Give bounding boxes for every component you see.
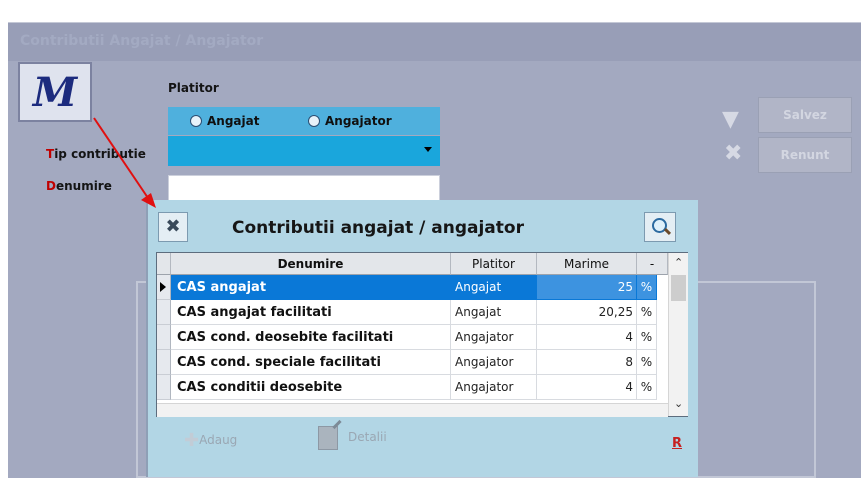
add-label: Adaug [199,433,238,447]
cell-marime: 4 [537,325,637,350]
radio-angajat[interactable]: Angajat [190,114,259,128]
row-indicator [157,300,171,325]
scroll-down-icon[interactable]: ⌄ [674,397,683,410]
cell-unit: % [637,350,657,375]
radio-angajat-label: Angajat [207,114,260,128]
platitor-radio-group: Angajat Angajator [168,107,440,135]
denumire-label: Denumire [46,179,112,193]
cell-denumire: CAS angajat [171,275,451,300]
platitor-label: Platitor [168,81,219,95]
table-row[interactable]: CAS cond. speciale facilitati Angajator … [157,350,668,375]
cell-marime: 8 [537,350,637,375]
denumire-input[interactable] [168,175,440,203]
required-mark: D [46,179,56,193]
window-title: Contributii Angajat / Angajator [20,33,264,49]
close-icon[interactable]: ✖ [158,212,188,242]
table-row[interactable]: CAS angajat Angajat 25 % [157,275,668,300]
cell-marime: 25 [537,275,637,300]
chevron-down-icon[interactable] [424,147,432,152]
plus-icon: ✚ [184,430,200,451]
r-link[interactable]: R [672,436,682,451]
label-text: ip contributie [54,147,146,161]
cell-unit: % [637,375,657,400]
lookup-popup: ✖ Contributii angajat / angajator Denumi… [146,200,698,477]
vertical-scrollbar[interactable]: ⌃ ⌄ [668,253,688,416]
tip-contributie-dropdown[interactable] [168,136,440,166]
cell-denumire: CAS cond. deosebite facilitati [171,325,451,350]
logo-letter: M [32,68,78,116]
cancel-x-icon: ✖ [724,141,743,166]
cell-denumire: CAS angajat facilitati [171,300,451,325]
radio-angajator-label: Angajator [325,114,392,128]
scroll-up-icon[interactable]: ⌃ [674,256,683,269]
table-row[interactable]: CAS cond. deosebite facilitati Angajator… [157,325,668,350]
details-document-icon [318,426,338,450]
column-header-platitor[interactable]: Platitor [451,253,537,275]
row-indicator [157,375,171,400]
radio-circle-icon [190,115,202,127]
cell-platitor: Angajator [451,375,537,400]
row-indicator [157,325,171,350]
popup-title: Contributii angajat / angajator [232,218,524,238]
label-text: enumire [55,179,112,193]
cell-unit: % [637,275,657,300]
column-header-denumire[interactable]: Denumire [171,253,451,275]
contributions-grid: Denumire Platitor Marime - CAS angajat A… [156,252,688,417]
column-header-unit[interactable]: - [637,253,668,275]
row-indicator [157,350,171,375]
horizontal-scrollbar[interactable] [157,403,668,417]
cell-platitor: Angajator [451,325,537,350]
cancel-button[interactable]: Renunt [758,137,852,173]
column-header-marime[interactable]: Marime [537,253,637,275]
table-row[interactable]: CAS angajat facilitati Angajat 20,25 % [157,300,668,325]
radio-angajator[interactable]: Angajator [308,114,392,128]
row-indicator [157,275,171,300]
save-button[interactable]: Salvez [758,97,852,133]
radio-circle-icon [308,115,320,127]
cell-platitor: Angajator [451,350,537,375]
search-icon[interactable] [644,212,676,242]
table-row[interactable]: CAS conditii deosebite Angajator 4 % [157,375,668,400]
cell-platitor: Angajat [451,275,537,300]
details-button[interactable]: Detalii [348,430,387,444]
scroll-thumb[interactable] [671,275,686,301]
required-mark: T [46,147,55,161]
cell-marime: 20,25 [537,300,637,325]
cell-marime: 4 [537,375,637,400]
cell-unit: % [637,325,657,350]
cell-unit: % [637,300,657,325]
grid-header-indicator [157,253,171,275]
cell-denumire: CAS cond. speciale facilitati [171,350,451,375]
current-row-arrow-icon [160,282,166,292]
app-logo: M [18,62,92,122]
cell-denumire: CAS conditii deosebite [171,375,451,400]
window-titlebar: Contributii Angajat / Angajator [8,23,861,61]
save-disk-icon: ▼ [722,107,739,132]
add-button[interactable]: ✚Adaug [184,430,237,451]
cell-platitor: Angajat [451,300,537,325]
tip-contributie-label: Tip contributie [46,147,146,161]
